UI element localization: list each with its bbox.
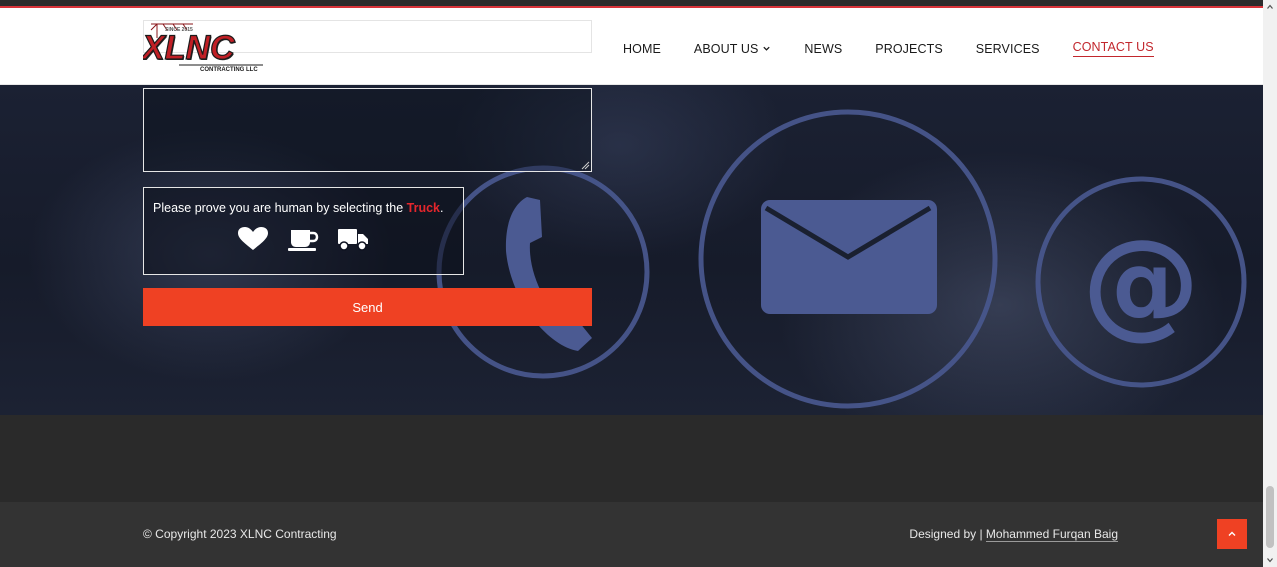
phone-icon (505, 197, 592, 351)
phone-circle (436, 165, 650, 379)
chevron-up-icon (1228, 531, 1236, 536)
chevron-down-icon (763, 46, 771, 51)
envelope-icon (761, 200, 937, 314)
nav-about-us-label: ABOUT US (693, 41, 759, 56)
heart-icon[interactable] (237, 226, 269, 252)
main-nav: HOME ABOUT US NEWS PROJECTS SERVICES CON… (623, 40, 1187, 57)
truck-icon[interactable] (337, 226, 369, 252)
site-logo[interactable]: SINCE 2015 XLNC XLNC CONTRACTING LLC (143, 22, 265, 74)
designer-link[interactable]: Mohammed Furqan Baig (985, 527, 1118, 542)
nav-about-us[interactable]: ABOUT US (694, 40, 771, 57)
site-header: SINCE 2015 XLNC XLNC CONTRACTING LLC HOM… (0, 8, 1263, 85)
send-button[interactable]: Send (143, 288, 592, 326)
chevron-up-icon (1267, 4, 1273, 9)
captcha-prompt-suffix: . (440, 201, 444, 215)
top-accent-bar (0, 0, 1263, 8)
back-to-top-button[interactable] (1217, 519, 1247, 549)
chevron-down-icon (1267, 558, 1273, 563)
captcha-target-word: Truck (406, 201, 440, 215)
site-footer: © Copyright 2023 XLNC Contracting Design… (0, 502, 1263, 567)
footer-widgets-area (0, 415, 1263, 502)
scroll-thumb[interactable] (1266, 486, 1274, 548)
nav-projects[interactable]: PROJECTS (875, 40, 942, 57)
copyright-text: © Copyright 2023 XLNC Contracting (143, 527, 337, 541)
scroll-up-button[interactable] (1263, 0, 1277, 14)
coffee-cup-icon[interactable] (287, 226, 319, 252)
captcha-prompt: Please prove you are human by selecting … (153, 201, 443, 215)
captcha-prompt-text: Please prove you are human by selecting … (153, 201, 404, 215)
message-textarea[interactable] (143, 88, 592, 172)
nav-services[interactable]: SERVICES (976, 40, 1040, 57)
human-verification-captcha: Please prove you are human by selecting … (143, 187, 464, 275)
nav-contact-us[interactable]: CONTACT US (1072, 40, 1154, 57)
nav-home[interactable]: HOME (623, 40, 661, 57)
page-scrollbar[interactable] (1263, 0, 1277, 567)
resize-grip-icon[interactable] (581, 161, 590, 170)
svg-text:@: @ (1082, 213, 1200, 351)
captcha-options (237, 226, 369, 252)
designed-by-label: Designed by | (909, 527, 986, 541)
at-sign-icon: @ (1082, 213, 1200, 351)
logo-tagline: CONTRACTING LLC (200, 67, 258, 73)
designed-by: Designed by | Mohammed Furqan Baig (909, 527, 1118, 542)
logo-wordmark: XLNC (143, 29, 235, 67)
scroll-down-button[interactable] (1263, 553, 1277, 567)
nav-news[interactable]: NEWS (804, 40, 842, 57)
